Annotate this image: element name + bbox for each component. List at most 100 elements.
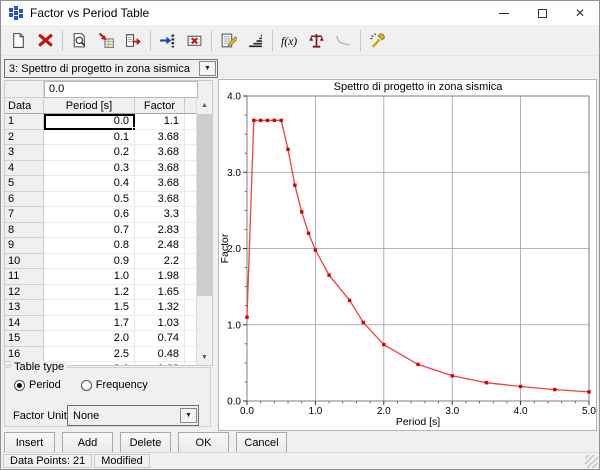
row-number-cell[interactable]: 6 — [5, 192, 44, 208]
factor-cell[interactable]: 1.03 — [135, 316, 185, 332]
dialog-window: Factor vs Period Table ✕ f(x) 3: Spettro… — [0, 0, 600, 470]
radio-unselected-icon[interactable] — [81, 380, 92, 391]
period-cell[interactable]: 0.1 — [44, 130, 135, 146]
factor-cell[interactable]: 1.1 — [135, 114, 185, 130]
toolbar-button-import-data[interactable] — [93, 28, 120, 53]
table-row: 70.63.3 — [5, 207, 212, 223]
period-cell[interactable]: 0.3 — [44, 161, 135, 177]
toolbar-button-interpolate[interactable] — [242, 28, 269, 53]
row-number-cell[interactable]: 16 — [5, 347, 44, 363]
toolbar-button-unit-balance[interactable] — [303, 28, 330, 53]
factor-cell[interactable]: 2.2 — [135, 254, 185, 270]
period-cell[interactable]: 1.0 — [44, 269, 135, 285]
delete-button[interactable]: Delete — [120, 432, 171, 453]
cell-editor-input[interactable]: 0.0 — [44, 81, 198, 98]
insert-button[interactable]: Insert — [4, 432, 55, 453]
chevron-down-icon[interactable]: ▼ — [180, 408, 197, 423]
row-number-cell[interactable]: 10 — [5, 254, 44, 270]
factor-cell[interactable]: 3.68 — [135, 145, 185, 161]
toolbar-button-print-preview[interactable] — [66, 28, 93, 53]
interpolate-icon — [247, 32, 264, 49]
factor-cell[interactable]: 1.32 — [135, 300, 185, 316]
grid-header: Data Period [s] Factor — [5, 98, 212, 114]
add-button[interactable]: Add — [62, 432, 113, 453]
row-number-cell[interactable]: 3 — [5, 145, 44, 161]
factor-cell[interactable]: 2.48 — [135, 238, 185, 254]
table-type-option-period[interactable]: Period — [14, 379, 61, 391]
toolbar-button-curve-fit — [330, 28, 357, 53]
period-cell[interactable]: 1.2 — [44, 285, 135, 301]
toolbar-button-wizard-tools[interactable] — [364, 28, 391, 53]
table-row: 100.92.2 — [5, 254, 212, 270]
factor-cell[interactable]: 2.83 — [135, 223, 185, 239]
row-number-cell[interactable]: 12 — [5, 285, 44, 301]
toolbar-button-new-document[interactable] — [5, 28, 32, 53]
scrollbar-thumb[interactable] — [197, 114, 212, 296]
period-cell[interactable]: 1.5 — [44, 300, 135, 316]
row-number-cell[interactable]: 9 — [5, 238, 44, 254]
selection-fill-handle[interactable] — [132, 127, 136, 131]
toolbar-button-delete-all[interactable] — [32, 28, 59, 53]
window-title: Factor vs Period Table — [30, 6, 149, 20]
row-number-cell[interactable]: 14 — [5, 316, 44, 332]
table-type-group: Table type PeriodFrequency Factor Unit N… — [4, 367, 211, 427]
period-cell[interactable]: 0.6 — [44, 207, 135, 223]
period-cell[interactable]: 2.0 — [44, 331, 135, 347]
curve-selector[interactable]: 3: Spettro di progetto in zona sismica ▼ — [4, 59, 218, 78]
table-scrollbar[interactable]: ▲ ▼ — [196, 98, 212, 365]
row-number-cell[interactable]: 13 — [5, 300, 44, 316]
factor-cell[interactable]: 3.68 — [135, 176, 185, 192]
resize-grip[interactable] — [585, 455, 598, 468]
period-cell[interactable]: 0.4 — [44, 176, 135, 192]
row-number-cell[interactable]: 4 — [5, 161, 44, 177]
toolbar-separator — [211, 30, 212, 51]
factor-cell[interactable]: 3.3 — [135, 207, 185, 223]
export-data-icon — [125, 32, 142, 49]
period-cell[interactable]: 0.5 — [44, 192, 135, 208]
svg-text:1.0: 1.0 — [227, 320, 241, 331]
table-row: 80.72.83 — [5, 223, 212, 239]
row-number-cell[interactable]: 11 — [5, 269, 44, 285]
factor-cell[interactable]: 1.98 — [135, 269, 185, 285]
row-number-cell[interactable]: 5 — [5, 176, 44, 192]
minimize-button[interactable] — [485, 1, 523, 25]
toolbar-button-delete-row[interactable] — [181, 28, 208, 53]
row-number-cell[interactable]: 15 — [5, 331, 44, 347]
period-cell[interactable]: 2.5 — [44, 347, 135, 363]
period-cell[interactable]: 0.7 — [44, 223, 135, 239]
svg-text:f(x): f(x) — [281, 34, 297, 47]
factor-cell[interactable]: 3.68 — [135, 161, 185, 177]
toolbar-button-append-row[interactable] — [154, 28, 181, 53]
row-number-cell[interactable]: 7 — [5, 207, 44, 223]
period-cell[interactable]: 0.8 — [44, 238, 135, 254]
delete-row-icon — [186, 32, 203, 49]
table-type-option-frequency[interactable]: Frequency — [81, 379, 148, 391]
row-number-cell[interactable]: 2 — [5, 130, 44, 146]
period-cell[interactable]: 0.2 — [44, 145, 135, 161]
scrollbar-up-icon[interactable]: ▲ — [197, 98, 212, 113]
factor-cell[interactable]: 3.68 — [135, 192, 185, 208]
scrollbar-down-icon[interactable]: ▼ — [197, 350, 212, 365]
period-cell[interactable]: 1.7 — [44, 316, 135, 332]
maximize-button[interactable] — [523, 1, 561, 25]
factor-cell[interactable]: 3.68 — [135, 130, 185, 146]
ok-button[interactable]: OK — [178, 432, 229, 453]
toolbar-button-function-fx[interactable]: f(x) — [276, 28, 303, 53]
factor-cell[interactable]: 0.48 — [135, 347, 185, 363]
row-number-cell[interactable]: 1 — [5, 114, 44, 130]
toolbar-button-edit-table[interactable] — [215, 28, 242, 53]
close-button[interactable]: ✕ — [561, 1, 599, 25]
chevron-down-icon[interactable]: ▼ — [199, 61, 216, 76]
svg-text:Spettro di progetto in zona si: Spettro di progetto in zona sismica — [334, 81, 504, 93]
period-cell[interactable]: 0.0 — [44, 114, 135, 130]
cancel-button[interactable]: Cancel — [236, 432, 287, 453]
toolbar-button-export-data[interactable] — [120, 28, 147, 53]
factor-cell[interactable]: 1.65 — [135, 285, 185, 301]
row-number-cell[interactable]: 8 — [5, 223, 44, 239]
factor-cell[interactable]: 0.74 — [135, 331, 185, 347]
radio-selected-icon[interactable] — [14, 380, 25, 391]
factor-cell[interactable]: 0.33 — [135, 362, 185, 365]
button-row: Insert Add Delete OK Cancel — [4, 432, 287, 453]
factor-unit-select[interactable]: None ▼ — [67, 405, 199, 426]
period-cell[interactable]: 0.9 — [44, 254, 135, 270]
